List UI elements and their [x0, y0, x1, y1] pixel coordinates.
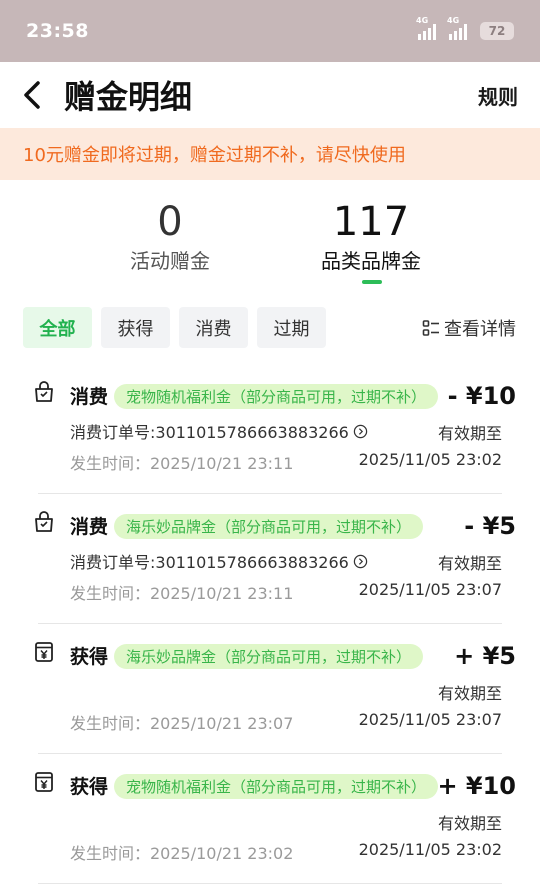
record-time: 发生时间：2025/10/21 23:07: [70, 714, 294, 733]
balance-summary: 0 活动赠金 117 品类品牌金: [0, 196, 540, 288]
record-amount: + ¥5: [454, 642, 516, 670]
brand-bonus-label: 品类品牌金: [321, 249, 421, 273]
order-number-link[interactable]: 消费订单号:3011015786663883266: [70, 549, 368, 573]
view-details-button[interactable]: 查看详情: [422, 307, 516, 348]
bonus-tag: 宠物随机福利金（部分商品可用，过期不补）: [114, 384, 439, 409]
network-type: 4G: [447, 16, 460, 25]
signal-icon: 4G: [447, 16, 472, 40]
activity-bonus-tab[interactable]: 0 活动赠金: [70, 196, 270, 274]
expiry-notice: 10元赠金即将过期，赠金过期不补，请尽快使用: [0, 128, 540, 180]
back-icon[interactable]: [22, 75, 50, 115]
view-details-label: 查看详情: [444, 318, 516, 340]
record-time: 发生时间：2025/10/21 23:02: [70, 844, 294, 863]
record-amount: + ¥10: [437, 772, 516, 800]
wallet-yuan-icon: [32, 770, 56, 794]
list-item[interactable]: 消费 宠物随机福利金（部分商品可用，过期不补） - ¥10 消费订单号:3011…: [35, 364, 516, 494]
filter-earned[interactable]: 获得: [101, 307, 170, 348]
valid-until-label: 有效期至: [437, 814, 502, 833]
brand-bonus-value: 117: [332, 199, 410, 245]
status-icons: 4G 4G 72: [416, 16, 514, 40]
shopping-bag-icon: [32, 380, 56, 404]
activity-bonus-value: 0: [157, 199, 183, 245]
valid-until-label: 有效期至: [437, 684, 502, 703]
record-time: 发生时间：2025/10/21 23:11: [70, 584, 294, 603]
battery-icon: 72: [480, 22, 514, 40]
bonus-tag: 海乐妙品牌金（部分商品可用，过期不补）: [114, 514, 424, 539]
chevron-right-icon: [353, 554, 368, 568]
order-number-link[interactable]: 消费订单号:3011015786663883266: [70, 419, 368, 443]
order-number: 消费订单号:3011015786663883266: [70, 423, 349, 442]
filter-all[interactable]: 全部: [23, 307, 92, 348]
brand-bonus-tab[interactable]: 117 品类品牌金: [271, 196, 471, 274]
valid-until-date: 2025/11/05 23:07: [358, 580, 502, 599]
record-type: 消费: [70, 516, 109, 538]
valid-until-date: 2025/11/05 23:02: [358, 840, 502, 859]
valid-until-label: 有效期至: [437, 424, 502, 443]
list-item[interactable]: 获得 宠物随机福利金（部分商品可用，过期不补） + ¥10 有效期至 发生时间：…: [35, 754, 516, 884]
list-item[interactable]: 获得 海乐妙品牌金（部分商品可用，过期不补） + ¥5 有效期至 发生时间：20…: [35, 624, 516, 754]
valid-until-date: 2025/11/05 23:07: [358, 710, 502, 729]
record-time: 发生时间：2025/10/21 23:11: [70, 454, 294, 473]
status-time: 23:58: [26, 20, 89, 42]
record-type: 消费: [70, 386, 109, 408]
battery-level: 72: [488, 24, 506, 38]
status-bar: 23:58 4G 4G 72: [0, 0, 540, 62]
bonus-tag: 宠物随机福利金（部分商品可用，过期不补）: [114, 774, 439, 799]
record-amount: - ¥10: [447, 382, 516, 410]
valid-until-date: 2025/11/05 23:02: [358, 450, 502, 469]
network-type: 4G: [416, 16, 429, 25]
record-type: 获得: [70, 776, 109, 798]
filter-bar: 全部 获得 消费 过期 查看详情: [0, 307, 540, 349]
record-type: 获得: [70, 646, 109, 668]
filter-expired[interactable]: 过期: [257, 307, 326, 348]
activity-bonus-label: 活动赠金: [130, 249, 210, 273]
active-tab-indicator: [362, 280, 382, 284]
bonus-tag: 海乐妙品牌金（部分商品可用，过期不补）: [114, 644, 424, 669]
record-list: 消费 宠物随机福利金（部分商品可用，过期不补） - ¥10 消费订单号:3011…: [0, 364, 540, 884]
shopping-bag-icon: [32, 510, 56, 534]
order-number: 消费订单号:3011015786663883266: [70, 553, 349, 572]
filter-spent[interactable]: 消费: [179, 307, 248, 348]
list-item[interactable]: 消费 海乐妙品牌金（部分商品可用，过期不补） - ¥5 消费订单号:301101…: [35, 494, 516, 624]
chevron-right-icon: [353, 424, 368, 438]
valid-until-label: 有效期至: [437, 554, 502, 573]
list-icon: [422, 319, 439, 336]
record-amount: - ¥5: [464, 512, 516, 540]
wallet-yuan-icon: [32, 640, 56, 664]
page-title: 赠金明细: [64, 78, 193, 116]
rules-link[interactable]: 规则: [478, 81, 518, 110]
signal-icon: 4G: [416, 16, 441, 40]
header: 赠金明细 规则: [0, 62, 540, 128]
